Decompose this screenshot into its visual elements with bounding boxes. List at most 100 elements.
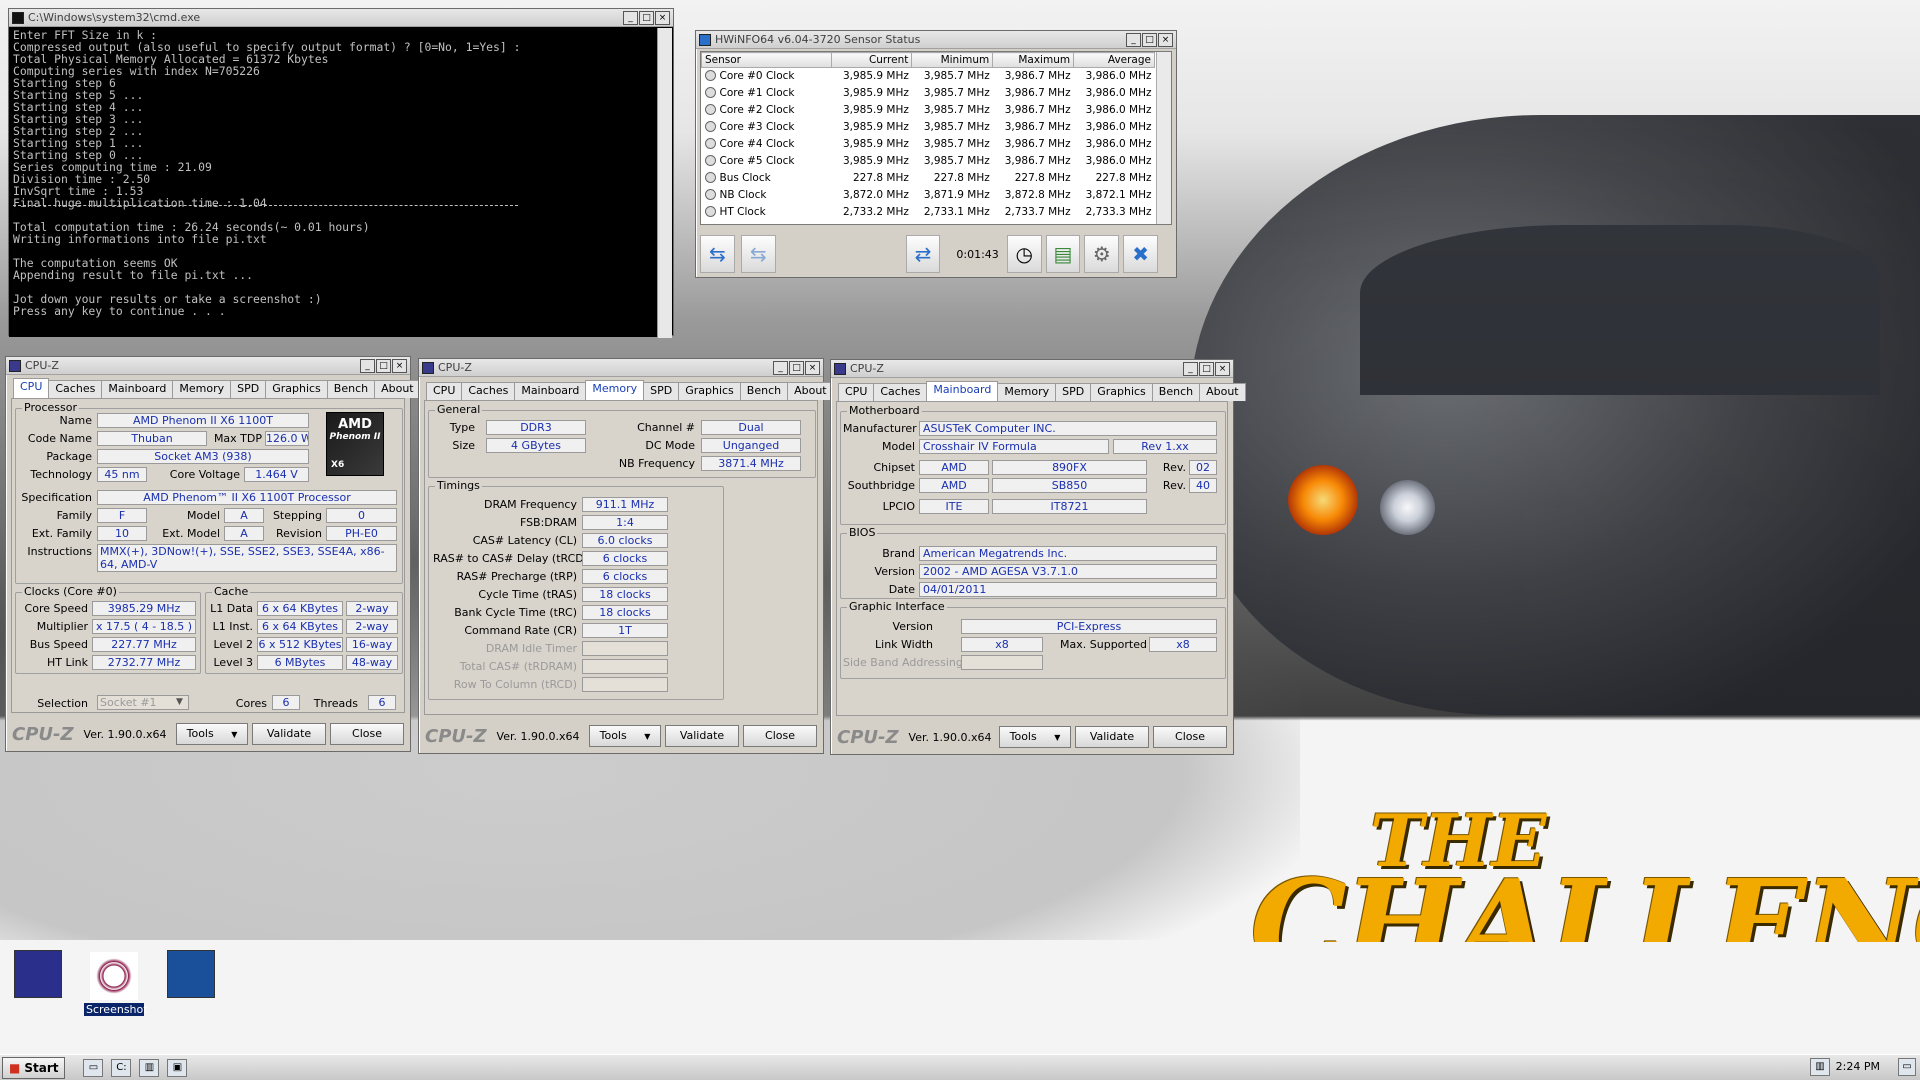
sensor-row[interactable]: Bus Clock 227.8 MHz 227.8 MHz 227.8 MHz 227.…: [702, 170, 1155, 187]
desktop-icon-hwinfo[interactable]: [165, 950, 217, 998]
sensor-scrollbar[interactable]: [1156, 52, 1171, 224]
maximize-icon[interactable]: □: [1199, 361, 1214, 376]
tab-bench[interactable]: Bench: [739, 382, 789, 400]
sensor-cell-text: 3,871.9 MHz: [923, 189, 990, 201]
sensor-column-header[interactable]: Average: [1073, 52, 1155, 68]
cpuz-window-cpu[interactable]: CPU-Z _ □ × CPU Caches Mainboard Memory SPD G…: [5, 356, 421, 752]
cpuz-window-memory[interactable]: CPU-Z _ □ × CPU Caches Mainboard Memory SPD G…: [418, 358, 834, 754]
sensor-row[interactable]: Core #3 Clock 3,985.9 MHz 3,985.7 MHz 3,986…: [702, 119, 1155, 136]
validate-button[interactable]: Validate: [252, 723, 326, 745]
arrows-left-right-icon[interactable]: ⇆: [700, 235, 735, 273]
tab-spd[interactable]: SPD: [643, 382, 680, 400]
cmd-scrollbar[interactable]: [657, 28, 672, 338]
tab-cpu[interactable]: CPU: [838, 383, 875, 401]
validate-button[interactable]: Validate: [665, 725, 739, 747]
close-icon[interactable]: ×: [655, 10, 670, 25]
cpuz-window-mainboard[interactable]: CPU-Z _ □ × CPU Caches Mainboard Memory SPD G…: [830, 359, 1246, 755]
sensor-column-header[interactable]: Maximum: [992, 52, 1075, 68]
tab-spd[interactable]: SPD: [1055, 383, 1092, 401]
hwinfo-titlebar[interactable]: HWiNFO64 v6.04-3720 Sensor Status _ □ ×: [696, 31, 1176, 49]
tab-graphics[interactable]: Graphics: [265, 380, 328, 398]
tab-memory[interactable]: Memory: [997, 383, 1057, 401]
sensor-row[interactable]: Core #1 Clock 3,985.9 MHz 3,985.7 MHz 3,986…: [702, 85, 1155, 102]
minimize-icon[interactable]: _: [773, 360, 788, 375]
cpuz-titlebar[interactable]: CPU-Z _ □ ×: [831, 360, 1233, 378]
tab-about[interactable]: About: [787, 382, 834, 400]
cmd-titlebar[interactable]: C:\Windows\system32\cmd.exe _ □ ×: [9, 9, 673, 27]
tab-caches[interactable]: Caches: [461, 382, 516, 400]
tab-mainboard[interactable]: Mainboard: [926, 381, 999, 401]
timing-label: Command Rate (CR): [464, 624, 577, 637]
show-desktop-icon[interactable]: ▭: [1898, 1058, 1916, 1076]
tray-hwinfo-icon[interactable]: ▥: [1810, 1058, 1830, 1076]
sensor-row[interactable]: Core #5 Clock 3,985.9 MHz 3,985.7 MHz 3,986…: [702, 153, 1155, 170]
tab-bench[interactable]: Bench: [326, 380, 376, 398]
maximize-icon[interactable]: □: [1142, 32, 1157, 47]
sensor-row[interactable]: Core #4 Clock 3,985.9 MHz 3,985.7 MHz 3,986…: [702, 136, 1155, 153]
tab-mainboard[interactable]: Mainboard: [101, 380, 174, 398]
clock-icon[interactable]: ◷: [1006, 235, 1042, 273]
sensor-row[interactable]: Core #2 Clock 3,985.9 MHz 3,985.7 MHz 3,986…: [702, 102, 1155, 119]
close-button[interactable]: Close: [330, 723, 404, 745]
sensor-grid[interactable]: Sensor Current Minimum Maximum Average Core …: [700, 51, 1172, 225]
close-button[interactable]: Close: [743, 725, 817, 747]
report-icon[interactable]: ▤: [1045, 235, 1081, 273]
close-icon[interactable]: ×: [805, 360, 820, 375]
close-button[interactable]: Close: [1153, 726, 1227, 748]
sensor-column-header[interactable]: Minimum: [911, 52, 994, 68]
tab-graphics[interactable]: Graphics: [678, 382, 741, 400]
tools-button[interactable]: Tools ▼: [589, 725, 661, 747]
sensor-column-header[interactable]: Current: [830, 52, 913, 68]
desktop-icon-cpuz[interactable]: [12, 950, 64, 998]
gi-version-label: Version: [892, 620, 933, 633]
close-x-icon[interactable]: ✖: [1123, 235, 1158, 273]
minimize-icon[interactable]: _: [623, 10, 638, 25]
sensor-row[interactable]: Core #0 Clock 3,985.9 MHz 3,985.7 MHz 3,986…: [702, 68, 1155, 85]
tab-memory[interactable]: Memory: [172, 380, 232, 398]
cmd-window[interactable]: C:\Windows\system32\cmd.exe _ □ × Enter …: [8, 8, 674, 338]
southbridge-rev-value: 40: [1189, 478, 1217, 493]
tab-caches[interactable]: Caches: [48, 380, 103, 398]
tab-about[interactable]: About: [374, 380, 421, 398]
network-icon[interactable]: ⇄: [905, 235, 941, 273]
taskbar-clock[interactable]: 2:24 PM: [1836, 1060, 1880, 1073]
tab-cpu[interactable]: CPU: [13, 378, 50, 398]
cmd-taskbar-icon[interactable]: C:: [111, 1058, 132, 1077]
cpuz-taskbar-icon[interactable]: ▣: [167, 1058, 188, 1077]
hwinfo-window[interactable]: HWiNFO64 v6.04-3720 Sensor Status _ □ × …: [695, 30, 1177, 278]
close-icon[interactable]: ×: [1215, 361, 1230, 376]
validate-button[interactable]: Validate: [1075, 726, 1149, 748]
cmd-output[interactable]: Enter FFT Size in k : Compressed output (…: [9, 27, 657, 337]
arrows-faded-icon[interactable]: ⇆: [740, 235, 776, 273]
tools-button[interactable]: Tools ▼: [999, 726, 1071, 748]
minimize-icon[interactable]: _: [1183, 361, 1198, 376]
maximize-icon[interactable]: □: [789, 360, 804, 375]
cpuz-titlebar[interactable]: CPU-Z _ □ ×: [6, 357, 410, 375]
maximize-icon[interactable]: □: [639, 10, 654, 25]
tab-memory[interactable]: Memory: [585, 380, 645, 400]
desktop-icon-screenshot[interactable]: Screenshot: [84, 952, 148, 1016]
explorer-taskbar-icon[interactable]: ▭: [83, 1058, 104, 1077]
hwinfo-taskbar-icon[interactable]: ▥: [139, 1058, 160, 1077]
minimize-icon[interactable]: _: [1126, 32, 1141, 47]
start-button[interactable]: ■ Start: [2, 1056, 66, 1079]
close-icon[interactable]: ×: [1158, 32, 1173, 47]
sensor-row[interactable]: NB Clock 3,872.0 MHz 3,871.9 MHz 3,872.8 MH…: [702, 187, 1155, 204]
tab-bench[interactable]: Bench: [1151, 383, 1201, 401]
chevron-down-icon[interactable]: ▼: [176, 697, 183, 707]
minimize-icon[interactable]: _: [360, 358, 375, 373]
tab-cpu[interactable]: CPU: [426, 382, 463, 400]
tab-spd[interactable]: SPD: [230, 380, 267, 398]
tab-graphics[interactable]: Graphics: [1090, 383, 1153, 401]
tools-button[interactable]: Tools ▼: [176, 723, 248, 745]
lpcio-model: IT8721: [992, 499, 1147, 514]
settings-gear-icon[interactable]: ⚙: [1084, 235, 1120, 273]
maximize-icon[interactable]: □: [376, 358, 391, 373]
cpuz-titlebar[interactable]: CPU-Z _ □ ×: [419, 359, 823, 377]
sensor-column-header[interactable]: Sensor: [701, 52, 832, 68]
tab-caches[interactable]: Caches: [873, 383, 928, 401]
tab-mainboard[interactable]: Mainboard: [514, 382, 587, 400]
sensor-row[interactable]: HT Clock 2,733.2 MHz 2,733.1 MHz 2,733.7 MH…: [702, 204, 1155, 221]
tab-about[interactable]: About: [1199, 383, 1246, 401]
close-icon[interactable]: ×: [392, 358, 407, 373]
